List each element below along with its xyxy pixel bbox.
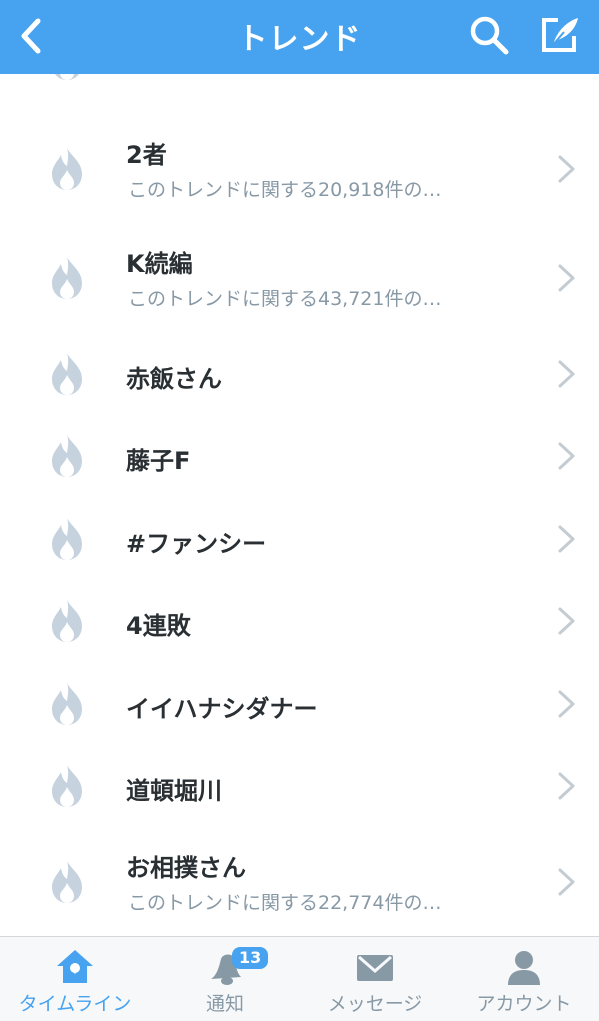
tab-label: タイムライン xyxy=(18,993,132,1015)
tab-label: メッセージ xyxy=(327,993,423,1015)
trend-name: #ファンシー xyxy=(126,529,267,558)
trend-row[interactable]: 4連敗 xyxy=(0,580,599,663)
trend-name: 赤飯さん xyxy=(126,364,222,393)
trend-row[interactable]: 赤飯さん xyxy=(0,332,599,416)
trend-row[interactable]: #ファンシー xyxy=(0,497,599,581)
nav-header: トレンド xyxy=(0,0,599,74)
chevron-right-icon xyxy=(556,523,578,555)
trend-row[interactable]: 2者このトレンドに関する20,918件の… xyxy=(0,114,599,224)
trend-name: 2者 xyxy=(126,140,167,169)
trend-tweet-count: このトレンドに関する43,721件の… xyxy=(128,287,442,310)
chevron-right-icon xyxy=(556,605,578,637)
flame-icon xyxy=(48,433,86,479)
trend-row[interactable]: イチゴ xyxy=(0,74,599,115)
trend-tweet-count: このトレンドに関する20,918件の… xyxy=(128,178,442,201)
trend-row[interactable]: イイハナシダナー xyxy=(0,662,599,746)
flame-icon xyxy=(48,74,86,82)
trend-row[interactable]: お相撲さんこのトレンドに関する22,774件の… xyxy=(0,827,599,936)
flame-icon xyxy=(48,351,86,397)
flame-icon xyxy=(48,598,86,644)
flame-icon xyxy=(48,681,86,727)
flame-icon xyxy=(48,859,86,905)
envelope-icon xyxy=(353,947,397,987)
trend-name: イイハナシダナー xyxy=(126,694,318,723)
trend-list: イチゴ2者このトレンドに関する20,918件の…K続編このトレンドに関する43,… xyxy=(0,74,599,936)
chevron-right-icon xyxy=(556,866,578,898)
chevron-right-icon xyxy=(556,440,578,472)
trend-name: 道頓堀川 xyxy=(126,777,222,805)
trend-name: イチゴ xyxy=(126,74,198,79)
flame-icon xyxy=(48,516,86,562)
trend-row[interactable]: 道頓堀川 xyxy=(0,745,599,828)
tab-account[interactable]: アカウント xyxy=(449,937,599,1021)
flame-icon xyxy=(48,255,86,301)
chevron-right-icon xyxy=(556,153,578,185)
compose-icon[interactable] xyxy=(536,12,582,58)
chevron-right-icon xyxy=(556,74,578,75)
trend-row[interactable]: 藤子F xyxy=(0,415,599,498)
tab-bar: タイムライン 13 通知 メッセージ アカウント xyxy=(0,936,599,1021)
tab-timeline[interactable]: タイムライン xyxy=(0,937,150,1021)
trend-row[interactable]: K続編このトレンドに関する43,721件の… xyxy=(0,223,599,333)
trend-name: 藤子F xyxy=(126,447,191,475)
notification-badge: 13 xyxy=(232,947,269,969)
chevron-right-icon xyxy=(556,262,578,294)
trend-name: お相撲さん xyxy=(126,854,246,882)
flame-icon xyxy=(48,763,86,809)
tab-label: 通知 xyxy=(205,993,244,1015)
trend-name: 4連敗 xyxy=(126,612,191,640)
trend-name: K続編 xyxy=(126,249,193,278)
chevron-right-icon xyxy=(556,688,578,720)
tab-notifications[interactable]: 13 通知 xyxy=(150,937,300,1021)
chevron-right-icon xyxy=(556,358,578,390)
chevron-right-icon xyxy=(556,770,578,802)
home-icon xyxy=(53,947,97,987)
flame-icon xyxy=(48,146,86,192)
search-icon[interactable] xyxy=(468,14,510,56)
trend-tweet-count: このトレンドに関する22,774件の… xyxy=(128,892,442,914)
tab-label: アカウント xyxy=(476,993,572,1015)
person-icon xyxy=(502,947,546,987)
tab-messages[interactable]: メッセージ xyxy=(300,937,450,1021)
